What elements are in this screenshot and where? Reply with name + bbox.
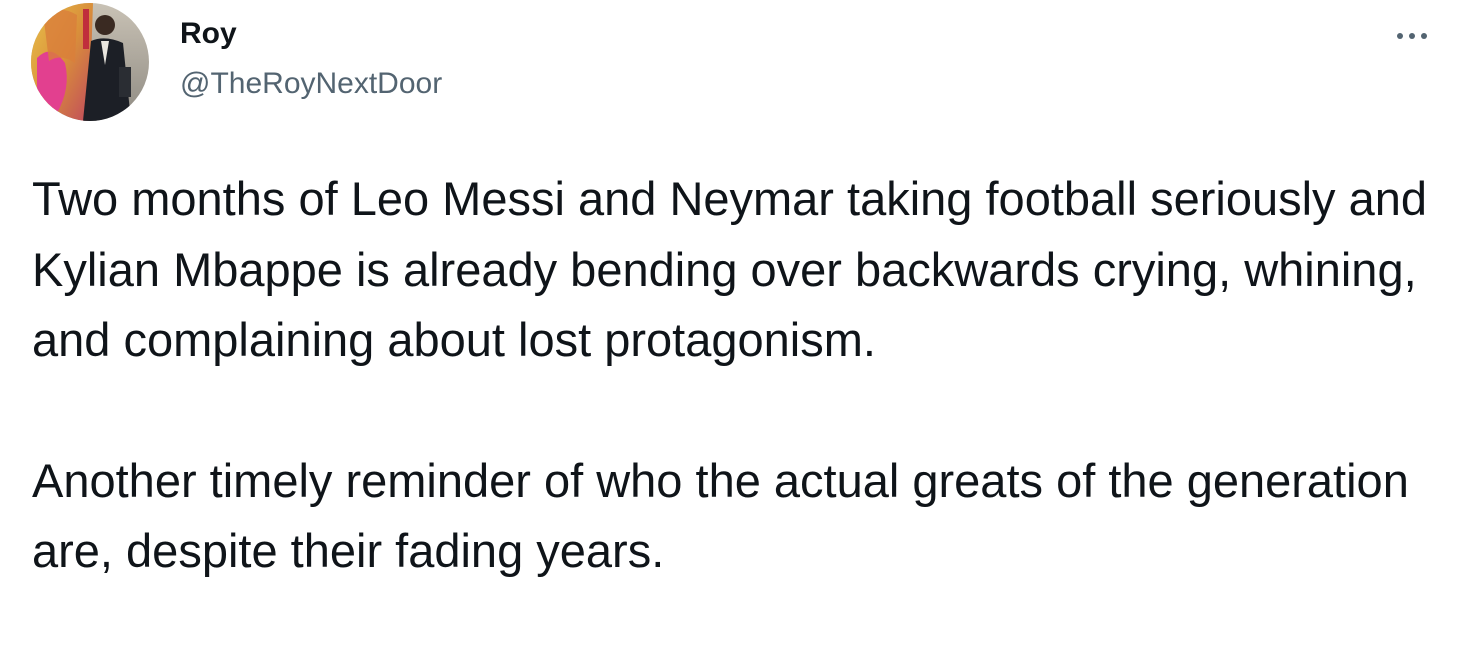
more-horizontal-icon — [1397, 33, 1427, 39]
author-display-name[interactable]: Roy — [180, 14, 442, 54]
profile-photo-avatar-icon — [31, 3, 149, 121]
tweet-paragraph: Another timely reminder of who the actua… — [32, 453, 1409, 578]
tweet-card: Roy @TheRoyNextDoor Two months of Leo Me… — [0, 0, 1460, 646]
tweet-text: Two months of Leo Messi and Neymar takin… — [32, 164, 1447, 587]
more-options-button[interactable] — [1388, 18, 1436, 54]
tweet-paragraph: Two months of Leo Messi and Neymar takin… — [32, 172, 1428, 366]
avatar[interactable] — [31, 3, 149, 121]
author-handle[interactable]: @TheRoyNextDoor — [180, 64, 442, 104]
author-block: Roy @TheRoyNextDoor — [180, 14, 442, 104]
